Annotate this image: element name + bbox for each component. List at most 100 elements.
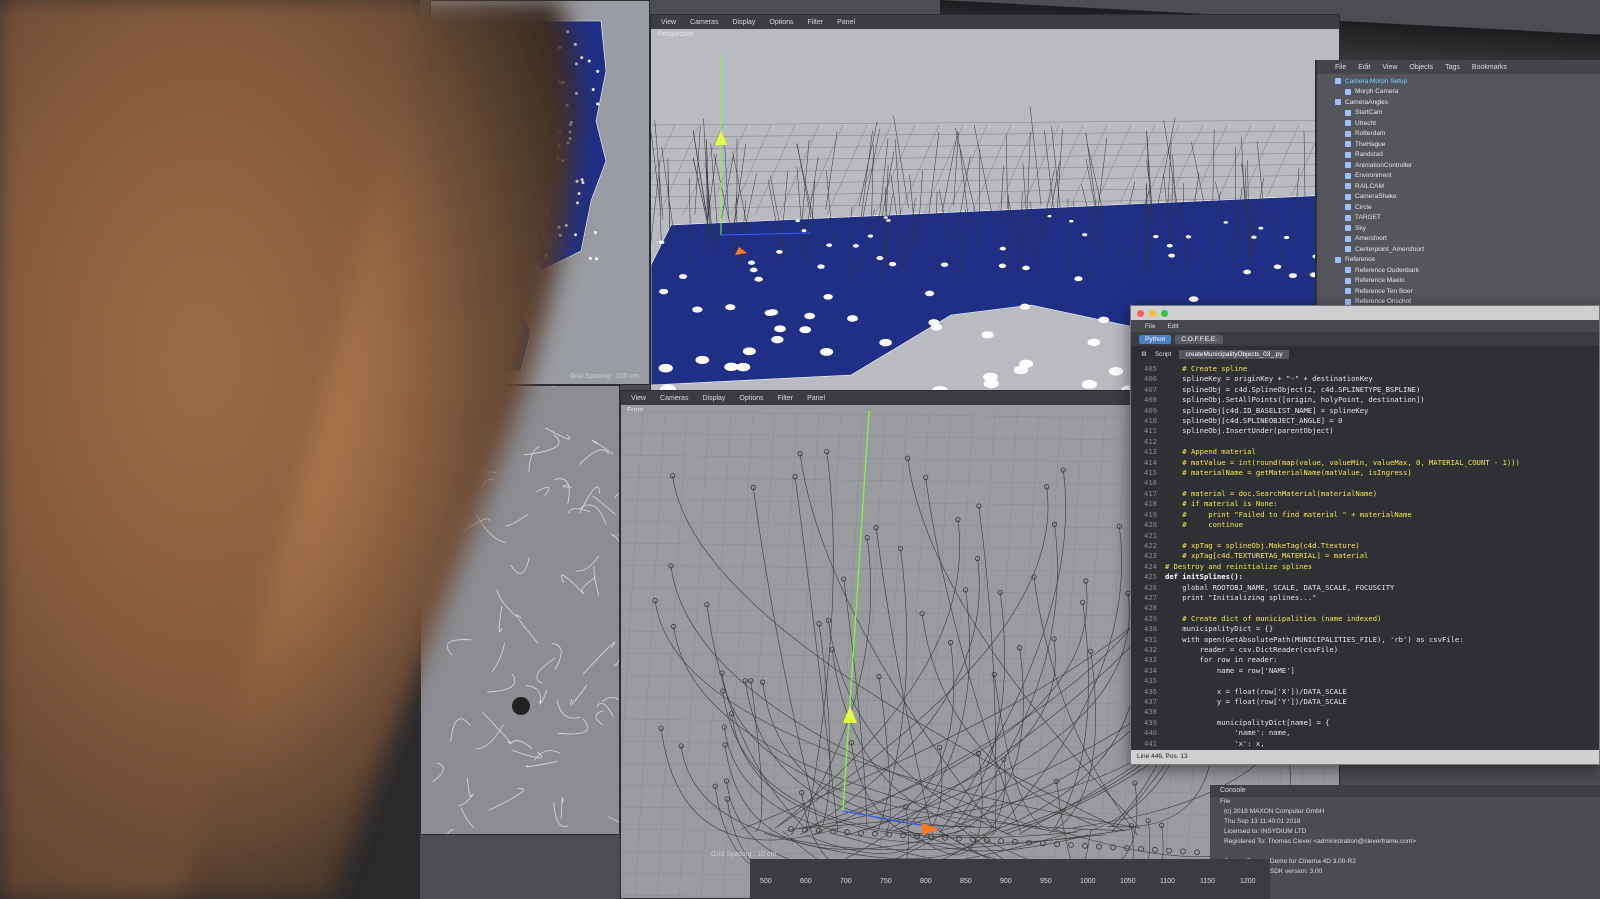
code-line[interactable]: 437 y = float(row['Y'])/DATA_SCALE <box>1135 697 1599 707</box>
om-menu-view[interactable]: View <box>1382 64 1397 71</box>
code-line[interactable]: 422 # xpTag = splineObj.MakeTag(c4d.Ttex… <box>1135 541 1599 551</box>
code-line[interactable]: 410 splineObj[c4d.SPLINEOBJECT_ANGLE] = … <box>1135 416 1599 426</box>
om-menu-objects[interactable]: Objects <box>1409 64 1433 71</box>
object-tree-item[interactable]: Sky <box>1335 223 1600 234</box>
street-path <box>487 673 516 693</box>
code-line[interactable]: 433 for row in reader: <box>1135 655 1599 665</box>
code-line[interactable]: 416 <box>1135 478 1599 488</box>
code-text: reader = csv.DictReader(csvFile) <box>1165 644 1339 654</box>
street-path <box>568 508 590 514</box>
om-menu-tags[interactable]: Tags <box>1445 64 1460 71</box>
object-tree-item[interactable]: Rotterdam <box>1335 129 1600 140</box>
object-type-icon <box>1345 172 1351 179</box>
object-tree-item[interactable]: Camera Morph Setup <box>1335 76 1600 87</box>
tab-coffee[interactable]: C.O.F.F.E.E. <box>1175 334 1224 344</box>
municipality-marker <box>659 288 669 295</box>
code-line[interactable]: 425 def initSplines(): <box>1135 572 1599 582</box>
object-tree-item[interactable]: Morph Camera <box>1335 87 1600 98</box>
viewport-left-bottom[interactable] <box>420 385 620 835</box>
om-menu-bookmarks[interactable]: Bookmarks <box>1472 64 1507 71</box>
street-path <box>460 807 474 828</box>
console-menu-file[interactable]: File <box>1210 797 1600 807</box>
object-tree-item[interactable]: Reference Maelo <box>1335 276 1600 287</box>
object-tree-item[interactable]: RAILCAM <box>1335 181 1600 192</box>
code-line[interactable]: 432 reader = csv.DictReader(csvFile) <box>1135 645 1599 655</box>
object-tree-item[interactable]: TheHague <box>1335 139 1600 150</box>
om-menu-file[interactable]: File <box>1335 64 1346 71</box>
code-line[interactable]: 436 x = float(row['X'])/DATA_SCALE <box>1135 687 1599 697</box>
street-path <box>467 777 474 797</box>
code-line[interactable]: 439 municipalityDict[name] = { <box>1135 718 1599 728</box>
code-line[interactable]: 427 print "Initializing splines..." <box>1135 593 1599 603</box>
code-line[interactable]: 406 splineKey = originKey + "-" + destin… <box>1135 374 1599 384</box>
object-tree-item[interactable]: StartCam <box>1335 108 1600 119</box>
object-tree[interactable]: Camera Morph Setup Morph Camera CameraAngl… <box>1317 74 1600 318</box>
code-line[interactable]: 421 <box>1135 531 1599 541</box>
code-line[interactable]: 424 # Destroy and reinitialize splines <box>1135 562 1599 572</box>
script-file-select[interactable]: createMunicipalityObjects_03_.py <box>1179 349 1289 359</box>
code-line[interactable]: 430 municipalityDict = {} <box>1135 624 1599 634</box>
code-line[interactable]: 408 splineObj.SetAllPoints([origin, holy… <box>1135 395 1599 405</box>
timeline-ruler[interactable]: 500 600 700 750 800 850 900 950 1000 1050 1100 1150… <box>750 859 1270 899</box>
code-line[interactable]: 415 # materialName = getMaterialName(mat… <box>1135 468 1599 478</box>
municipality-marker <box>1087 338 1101 347</box>
code-line[interactable]: 419 # print "Failed to find material " +… <box>1135 510 1599 520</box>
object-tree-item[interactable]: Environment <box>1335 171 1600 182</box>
editor-menu-file[interactable]: File <box>1145 323 1155 330</box>
object-tree-item[interactable]: Reference Oudenbark <box>1335 265 1600 276</box>
object-tree-item[interactable]: Randstad <box>1335 150 1600 161</box>
code-line[interactable]: 441 'x': x, <box>1135 739 1599 749</box>
code-line[interactable]: 423 # xpTag[c4d.TEXTURETAG_MATERIAL] = m… <box>1135 551 1599 561</box>
code-line[interactable]: 420 # continue <box>1135 520 1599 530</box>
object-tree-item[interactable]: CameraShake <box>1335 192 1600 203</box>
code-line[interactable]: 429 # Create dict of municipalities (nam… <box>1135 614 1599 624</box>
code-line[interactable]: 405 # Create spline <box>1135 364 1599 374</box>
object-tree-item[interactable]: Circle <box>1335 202 1600 213</box>
om-menu-edit[interactable]: Edit <box>1358 64 1370 71</box>
map-node <box>557 143 561 147</box>
script-gear-icon[interactable]: ⚙ <box>1141 350 1147 358</box>
object-tree-item[interactable]: CameraAngles <box>1335 97 1600 108</box>
code-line[interactable]: 434 name = row['NAME'] <box>1135 666 1599 676</box>
code-area[interactable]: 405 # Create spline 406 splineKey = origi… <box>1131 364 1599 750</box>
object-tree-item[interactable]: TARGET <box>1335 213 1600 224</box>
municipality-marker <box>1185 235 1192 239</box>
code-text: splineKey = originKey + "-" + destinatio… <box>1165 374 1373 384</box>
municipality-marker <box>1019 303 1030 310</box>
object-tree-item[interactable]: Amersfoort <box>1335 234 1600 245</box>
code-line[interactable]: 407 splineObj = c4d.SplineObject(2, c4d.… <box>1135 385 1599 395</box>
municipality-marker <box>1074 276 1083 282</box>
code-line[interactable]: 428 <box>1135 603 1599 613</box>
editor-titlebar[interactable] <box>1131 306 1599 320</box>
code-line[interactable]: 409 splineObj[c4d.ID_BASELIST_NAME] = sp… <box>1135 406 1599 416</box>
minimize-window-icon[interactable] <box>1149 309 1156 317</box>
street-path <box>579 449 610 465</box>
object-tree-item[interactable]: Utrecht <box>1335 118 1600 129</box>
code-line[interactable]: 426 global ROOTOBJ_NAME, SCALE, DATA_SCA… <box>1135 583 1599 593</box>
object-tree-item[interactable]: Reference <box>1335 255 1600 266</box>
code-line[interactable]: 431 with open(GetAbsolutePath(MUNICIPALI… <box>1135 635 1599 645</box>
code-line[interactable]: 438 <box>1135 707 1599 717</box>
code-line[interactable]: 417 # material = doc.SearchMaterial(mate… <box>1135 489 1599 499</box>
code-line[interactable]: 440 'name': name, <box>1135 728 1599 738</box>
code-line[interactable]: 414 # matValue = int(round(map(value, va… <box>1135 458 1599 468</box>
tab-python[interactable]: Python <box>1139 334 1172 344</box>
editor-menu-edit[interactable]: Edit <box>1167 323 1178 330</box>
viewport-top[interactable]: Grid Spacing : 100 cm <box>430 0 650 385</box>
code-text: # matValue = int(round(map(value, valueM… <box>1165 457 1520 467</box>
code-line[interactable]: 412 <box>1135 437 1599 447</box>
code-line[interactable]: 413 # Append material <box>1135 447 1599 457</box>
script-editor-window[interactable]: File Edit Python C.O.F.F.E.E. ⚙ Script c… <box>1130 305 1600 765</box>
municipality-marker <box>679 274 688 279</box>
code-line[interactable]: 418 # if material is None: <box>1135 499 1599 509</box>
object-tree-item[interactable]: AnimationController <box>1335 160 1600 171</box>
code-text: y = float(row['Y'])/DATA_SCALE <box>1165 697 1347 706</box>
zoom-window-icon[interactable] <box>1161 309 1168 317</box>
code-line[interactable]: 435 <box>1135 676 1599 686</box>
route-spline <box>875 527 933 834</box>
object-tree-item[interactable]: Reference Ten Boer <box>1335 286 1600 297</box>
close-window-icon[interactable] <box>1137 309 1144 317</box>
municipality-marker <box>754 276 763 282</box>
code-line[interactable]: 411 splineObj.InsertUnder(parentObject) <box>1135 426 1599 436</box>
object-tree-item[interactable]: Centerpoint_Amersfoort <box>1335 244 1600 255</box>
